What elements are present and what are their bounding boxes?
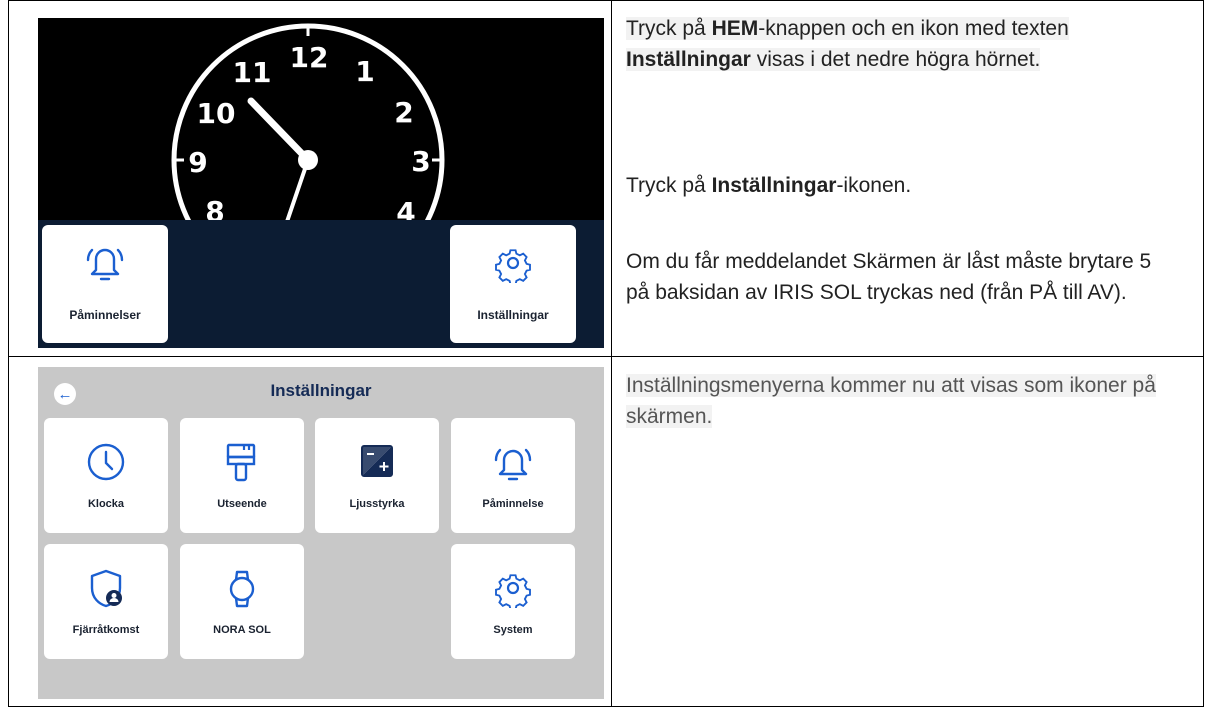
tile-label: Utseende [217, 498, 267, 510]
clock-number-12: 12 [290, 41, 329, 74]
text-segment: -knappen och en ikon med texten [758, 17, 1069, 40]
instruction-paragraph-4: Inställningsmenyerna kommer nu att visas… [626, 370, 1166, 432]
table-border-bottom [8, 706, 1204, 707]
table-row-divider [8, 356, 1204, 357]
settings-tile-reminder[interactable]: Påminnelse [451, 418, 575, 533]
tile-label: System [493, 624, 533, 636]
home-dock: Påminnelser Inställningar [38, 220, 604, 348]
settings-tile-system[interactable]: System [451, 544, 575, 659]
settings-tile-brightness[interactable]: Ljusstyrka [315, 418, 439, 533]
instruction-paragraph-3: Om du får meddelandet Skärmen är låst må… [626, 250, 1152, 304]
text-segment: Tryck på [626, 174, 712, 197]
settings-tile-clock[interactable]: Klocka [44, 418, 168, 533]
text-segment: Inställningsmenyerna kommer nu att visas… [626, 374, 1156, 428]
clock-center [298, 150, 318, 170]
reminders-label: Påminnelser [69, 308, 141, 322]
gear-icon [495, 249, 531, 283]
home-screen-screenshot: 12 1 2 3 4 8 9 10 11 Påminnelser Inställ… [38, 18, 604, 348]
clock-number-11: 11 [233, 56, 272, 89]
bell-icon [494, 448, 532, 481]
clock-number-3: 3 [411, 145, 430, 178]
table-border-right [1203, 0, 1204, 707]
tile-label: Fjärråtkomst [72, 624, 140, 636]
clock-number-9: 9 [188, 146, 207, 179]
instruction-paragraph-1: Tryck på HEM-knappen och en ikon med tex… [626, 13, 1186, 75]
watch-icon [229, 570, 255, 608]
home-keyword: HEM [711, 17, 759, 40]
clock-number-2: 2 [394, 96, 413, 129]
tile-label: Påminnelse [482, 498, 544, 510]
settings-screen-screenshot: ← Inställningar Klocka Utseende Ljusstyr… [38, 367, 604, 699]
clock-number-10: 10 [197, 97, 236, 130]
instruction-paragraph-2: Tryck på Inställningar-ikonen. [626, 170, 1186, 201]
brightness-icon [361, 445, 393, 477]
tile-label: NORA SOL [213, 624, 271, 636]
tile-label: Klocka [87, 498, 125, 510]
settings-keyword: Inställningar [711, 174, 837, 197]
table-column-divider [611, 0, 612, 707]
tile-label: Ljusstyrka [349, 498, 405, 510]
clock-hour-hand [247, 97, 312, 164]
settings-label: Inställningar [477, 308, 549, 322]
table-border-left [8, 0, 9, 707]
bell-icon [86, 248, 124, 281]
gear-icon [495, 574, 531, 608]
settings-tile-remote-access[interactable]: Fjärråtkomst [44, 544, 168, 659]
settings-tile-appearance[interactable]: Utseende [180, 418, 304, 533]
settings-tile-nora-sol[interactable]: NORA SOL [180, 544, 304, 659]
paint-roller-icon [226, 443, 256, 482]
table-border-top [8, 0, 1204, 1]
text-segment: Tryck på [626, 17, 712, 40]
text-segment: visas i det nedre högra hörnet. [750, 48, 1041, 71]
reminders-button[interactable]: Påminnelser [42, 225, 168, 343]
shield-user-icon [90, 569, 122, 608]
text-segment: -ikonen. [836, 174, 912, 197]
settings-button[interactable]: Inställningar [450, 225, 576, 343]
clock-number-1: 1 [355, 55, 374, 88]
settings-title: Inställningar [270, 381, 372, 400]
settings-keyword: Inställningar [626, 48, 751, 71]
clock-icon [87, 443, 125, 481]
